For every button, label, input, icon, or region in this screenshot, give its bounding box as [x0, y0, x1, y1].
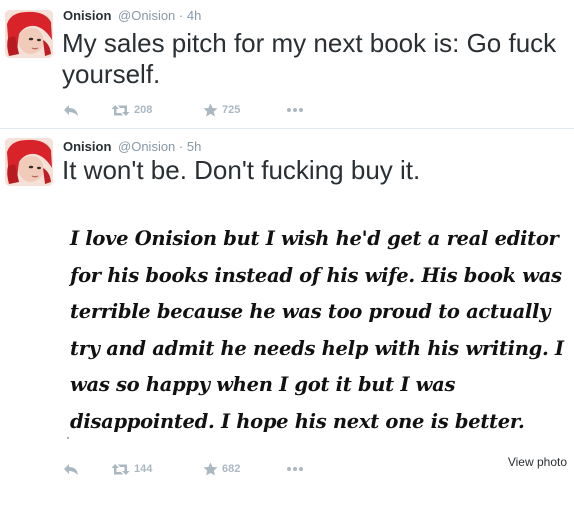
timestamp[interactable]: 4h [187, 8, 201, 23]
more-button[interactable] [286, 460, 304, 478]
favorite-button[interactable]: 725 [203, 101, 240, 119]
username[interactable]: @Onision [118, 139, 175, 154]
display-name[interactable]: Onision [63, 139, 111, 154]
more-button[interactable] [286, 101, 304, 119]
retweet-button[interactable]: 208 [111, 101, 152, 119]
tweet-text: My sales pitch for my next book is: Go f… [62, 28, 557, 89]
more-icon [287, 108, 303, 112]
reply-button[interactable] [63, 101, 79, 119]
star-icon [203, 103, 218, 117]
attached-photo[interactable]: I love Onision but I wish he'd get a rea… [62, 209, 568, 529]
avatar[interactable] [5, 138, 53, 186]
reply-icon [64, 105, 78, 116]
display-name[interactable]: Onision [63, 8, 111, 23]
separator: · [178, 8, 184, 23]
retweet-count: 144 [134, 463, 153, 475]
tweet[interactable]: Onision @Onision · 5h It won't be. Don't… [0, 129, 574, 529]
tweet-text: It won't be. Don't fucking buy it. [62, 155, 421, 185]
reply-icon [64, 464, 78, 475]
retweet-button[interactable]: 144 [111, 460, 152, 478]
tweet-header: Onision @Onision · 4h [63, 8, 201, 24]
retweet-icon [111, 463, 130, 475]
retweet-icon [111, 104, 130, 116]
favorite-count: 682 [222, 463, 241, 475]
retweet-count: 208 [134, 104, 153, 116]
more-icon [287, 467, 303, 471]
favorite-button[interactable]: 682 [203, 460, 240, 478]
tweet[interactable]: Onision @Onision · 4h My sales pitch for… [0, 0, 574, 129]
photo-artifact [67, 437, 69, 439]
timestamp[interactable]: 5h [187, 139, 201, 154]
avatar[interactable] [5, 10, 53, 58]
view-photo-link[interactable]: View photo [508, 455, 567, 469]
tweet-header: Onision @Onision · 5h [63, 139, 201, 155]
favorite-count: 725 [222, 104, 241, 116]
star-icon [203, 462, 218, 476]
photo-text: I love Onision but I wish he'd get a rea… [70, 227, 564, 433]
reply-button[interactable] [63, 460, 79, 478]
username[interactable]: @Onision [118, 8, 175, 23]
separator: · [178, 139, 184, 154]
